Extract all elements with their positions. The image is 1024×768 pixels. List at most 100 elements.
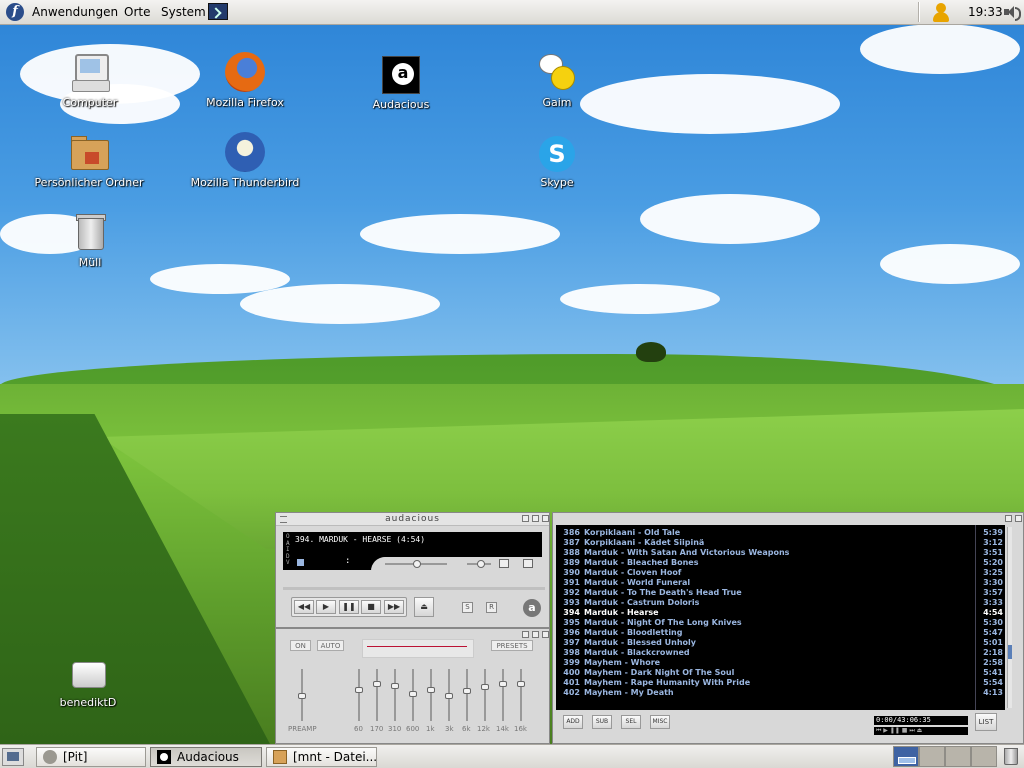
trash-applet-icon[interactable] (1004, 748, 1018, 765)
previous-button[interactable]: ◀◀ (294, 600, 314, 614)
desktop-icon-trash[interactable]: Müll (30, 212, 150, 269)
playlist-row[interactable]: 394 Marduk - Hearse (556, 608, 976, 618)
playlist-row[interactable]: 396 Marduk - Bloodletting (556, 628, 976, 638)
desktop-icon-firefox[interactable]: Mozilla Firefox (185, 52, 305, 109)
close-icon[interactable] (542, 631, 549, 638)
player-titlebar[interactable]: audacious (276, 513, 549, 526)
shade-icon[interactable] (532, 515, 539, 522)
desktop-icon-skype[interactable]: S Skype (497, 136, 617, 189)
playlist-row[interactable]: 397 Marduk - Blessed Unholy (556, 638, 976, 648)
eq-band-slider[interactable] (409, 669, 417, 721)
track-duration: 4:54 (983, 608, 1003, 617)
show-desktop-icon[interactable] (2, 748, 24, 766)
desktop-icon-audacious[interactable]: Audacious (341, 56, 461, 111)
clock[interactable]: 19:33 (968, 0, 1003, 24)
playlist-tracks[interactable]: 386 Korpiklaani - Old Tale 387 Korpiklaani … (556, 525, 1005, 710)
volume-icon[interactable] (1004, 5, 1021, 21)
eq-presets-button[interactable]: PRESETS (491, 640, 533, 651)
track-duration: 4:13 (983, 688, 1003, 697)
workspace-3[interactable] (945, 746, 971, 767)
eq-on-button[interactable]: ON (290, 640, 311, 651)
eq-band-slider[interactable] (355, 669, 363, 721)
stop-button[interactable]: ■ (361, 600, 381, 614)
eject-button[interactable]: ⏏ (414, 597, 434, 617)
repeat-toggle[interactable]: R (486, 602, 497, 613)
balance-knob[interactable] (477, 560, 485, 568)
desktop-icon-drive[interactable]: benediktD (28, 652, 148, 709)
seek-bar[interactable] (283, 587, 545, 590)
minimize-icon[interactable] (522, 631, 529, 638)
playlist-row[interactable]: 391 Marduk - World Funeral (556, 578, 976, 588)
taskbar-button-audacious[interactable]: Audacious (150, 747, 262, 767)
desktop-icon-home[interactable]: Persönlicher Ordner (29, 132, 149, 189)
eq-band-slider[interactable] (517, 669, 525, 721)
taskbar-button-pit[interactable]: [Pit] (36, 747, 146, 767)
playlist-scrollbar[interactable] (1007, 527, 1012, 708)
playlist-row[interactable]: 389 Marduk - Bleached Bones (556, 558, 976, 568)
menu-applications[interactable]: Anwendungen (32, 0, 118, 24)
desktop-icon-computer[interactable]: Computer (30, 52, 150, 109)
close-icon[interactable] (542, 515, 549, 522)
playlist-row[interactable]: 388 Marduk - With Satan And Victorious We… (556, 548, 976, 558)
playlist-row[interactable]: 399 Mayhem - Whore (556, 658, 976, 668)
equalizer-window[interactable]: ON AUTO PRESETS PREAMP 60 170 310 600 1k… (275, 628, 550, 744)
playlist-row[interactable]: 393 Marduk - Castrum Doloris (556, 598, 976, 608)
eq-band-slider[interactable] (481, 669, 489, 721)
user-switcher-icon[interactable] (932, 2, 950, 22)
playlist-row[interactable]: 402 Mayhem - My Death (556, 688, 976, 698)
desktop-icon-thunderbird[interactable]: Mozilla Thunderbird (185, 132, 305, 189)
pause-button[interactable]: ❚❚ (339, 600, 359, 614)
playlist-row[interactable]: 392 Marduk - To The Death's Head True (556, 588, 976, 598)
playlist-window[interactable]: 386 Korpiklaani - Old Tale 387 Korpiklaani … (552, 512, 1024, 744)
list-button[interactable]: LIST (975, 713, 997, 731)
audacious-main-window[interactable]: audacious OAIDV 394. MARDUK - HEARSE (4:… (275, 512, 550, 628)
taskbar-button-file-manager[interactable]: [mnt - Datei... (266, 747, 377, 767)
playlist-row[interactable]: 395 Marduk - Night Of The Long Knives (556, 618, 976, 628)
sel-button[interactable]: SEL (621, 715, 641, 729)
playlist-row[interactable]: 401 Mayhem - Rape Humanity With Pride (556, 678, 976, 688)
eq-auto-button[interactable]: AUTO (317, 640, 344, 651)
eq-band-slider[interactable] (445, 669, 453, 721)
balance-slider[interactable] (467, 560, 491, 568)
equalizer-toggle-icon[interactable] (499, 559, 509, 568)
song-title-scroller[interactable]: 394. MARDUK - HEARSE (4:54) (295, 535, 425, 544)
workspace-1[interactable] (893, 746, 919, 767)
shuffle-toggle[interactable]: S (462, 602, 473, 613)
scrollbar-thumb[interactable] (1008, 645, 1012, 659)
menu-system[interactable]: System (161, 0, 206, 24)
eq-band-slider[interactable] (463, 669, 471, 721)
workspace-2[interactable] (919, 746, 945, 767)
playlist-row[interactable]: 390 Marduk - Cloven Hoof (556, 568, 976, 578)
volume-slider[interactable] (385, 560, 447, 568)
fedora-logo-icon[interactable]: f (6, 3, 24, 21)
terminal-launcher-icon[interactable] (208, 3, 228, 20)
playlist-toggle-icon[interactable] (523, 559, 533, 568)
shade-icon[interactable] (1005, 515, 1012, 522)
track-title: Marduk - World Funeral (584, 578, 691, 587)
shade-icon[interactable] (532, 631, 539, 638)
workspace-4[interactable] (971, 746, 997, 767)
play-button[interactable]: ▶ (316, 600, 336, 614)
minimize-icon[interactable] (522, 515, 529, 522)
track-title: Marduk - To The Death's Head True (584, 588, 742, 597)
playlist-row[interactable]: 387 Korpiklaani - Kädet Siipinä (556, 538, 976, 548)
close-icon[interactable] (1015, 515, 1022, 522)
next-button[interactable]: ▶▶ (384, 600, 404, 614)
audacious-logo-icon[interactable]: a (523, 599, 541, 617)
preamp-slider[interactable] (298, 669, 306, 721)
misc-button[interactable]: MISC (650, 715, 670, 729)
volume-knob[interactable] (413, 560, 421, 568)
add-button[interactable]: ADD (563, 715, 583, 729)
playlist-mini-controls[interactable]: ⏮ ▶ ❚❚ ■ ⏭ ⏏ (874, 727, 968, 735)
eq-band-slider[interactable] (373, 669, 381, 721)
desktop-icon-gaim[interactable]: Gaim (497, 52, 617, 109)
playlist-row[interactable]: 386 Korpiklaani - Old Tale (556, 528, 976, 538)
time-display[interactable]: : (345, 556, 350, 566)
playlist-row[interactable]: 400 Mayhem - Dark Night Of The Soul (556, 668, 976, 678)
eq-band-slider[interactable] (427, 669, 435, 721)
playlist-row[interactable]: 398 Marduk - Blackcrowned (556, 648, 976, 658)
eq-band-slider[interactable] (391, 669, 399, 721)
sub-button[interactable]: SUB (592, 715, 612, 729)
menu-places[interactable]: Orte (124, 0, 150, 24)
eq-band-slider[interactable] (499, 669, 507, 721)
